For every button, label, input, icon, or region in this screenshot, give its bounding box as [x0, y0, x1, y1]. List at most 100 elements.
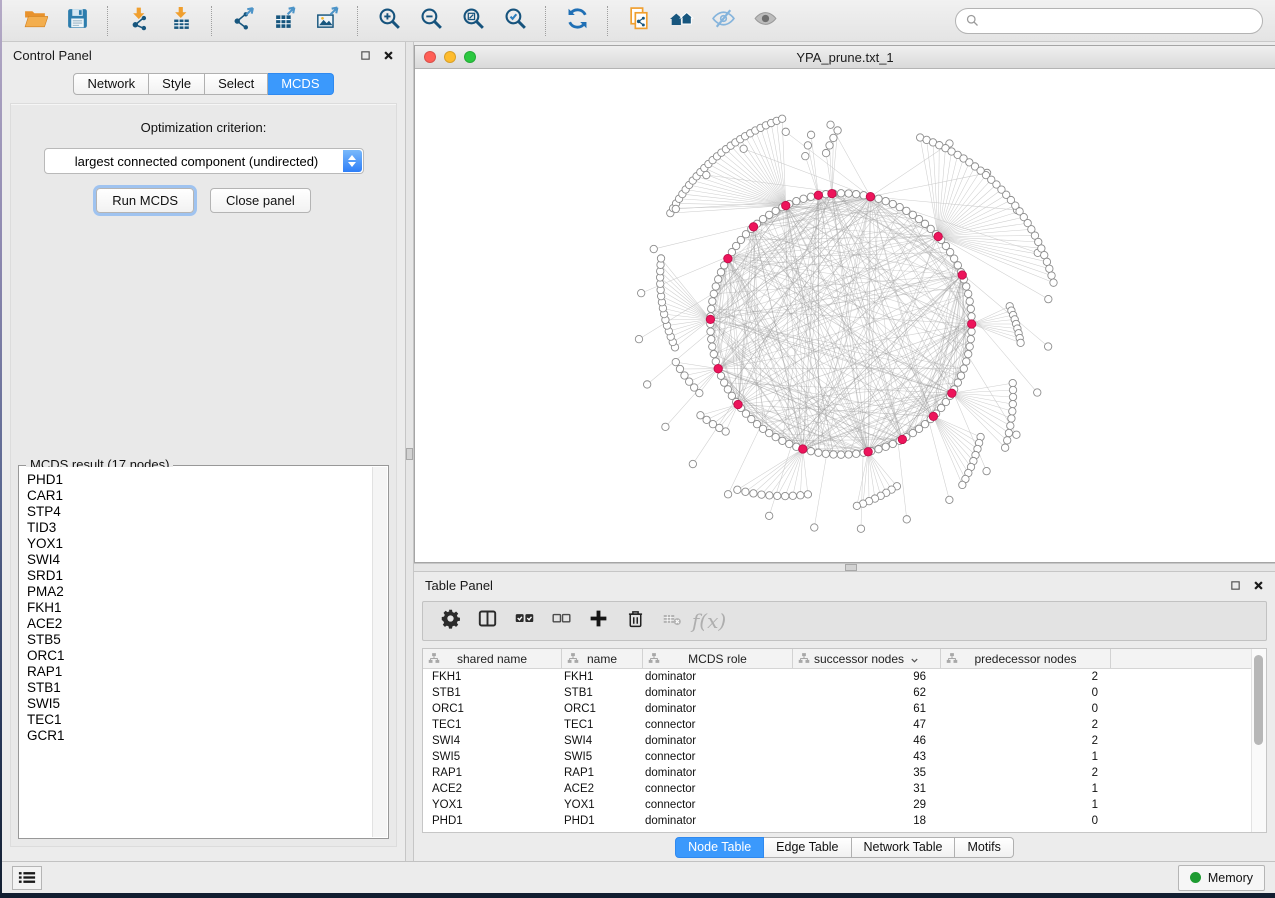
mcds-result-scrollbar[interactable]: [372, 467, 387, 837]
search-box[interactable]: [955, 8, 1263, 34]
function-builder-button[interactable]: f(x): [694, 606, 724, 636]
list-item[interactable]: FKH1: [27, 600, 373, 616]
list-item[interactable]: PMA2: [27, 584, 373, 600]
tab-network[interactable]: Network: [73, 73, 149, 95]
zoom-in-button[interactable]: [372, 6, 406, 36]
select-all-button[interactable]: [509, 606, 539, 636]
table-scrollbar[interactable]: [1251, 649, 1266, 832]
list-item[interactable]: RAP1: [27, 664, 373, 680]
duplicate-network-button[interactable]: [622, 6, 656, 36]
export-table-icon: [273, 6, 298, 36]
tab-node-table[interactable]: Node Table: [675, 837, 764, 858]
zoom-fit-button[interactable]: [456, 6, 490, 36]
table-cell: 1: [941, 751, 1111, 763]
list-item[interactable]: ACE2: [27, 616, 373, 632]
column-header-shared-name[interactable]: shared name: [423, 649, 562, 668]
table-row[interactable]: TEC1TEC1connector472: [423, 717, 1266, 733]
table-cell: dominator: [643, 815, 793, 827]
vertical-splitter[interactable]: [405, 42, 414, 861]
float-panel-icon[interactable]: [360, 50, 371, 61]
list-item[interactable]: GCR1: [27, 728, 373, 744]
list-item[interactable]: STB5: [27, 632, 373, 648]
first-neighbors-button[interactable]: [664, 6, 698, 36]
export-table-button[interactable]: [268, 6, 302, 36]
table-row[interactable]: FKH1FKH1dominator962: [423, 669, 1266, 685]
save-session-button[interactable]: [60, 6, 94, 36]
export-image-button[interactable]: [310, 6, 344, 36]
table-cell: STB1: [423, 687, 562, 699]
task-history-button[interactable]: [12, 866, 42, 890]
zoom-selected-button[interactable]: [498, 6, 532, 36]
column-header-name[interactable]: name: [562, 649, 643, 668]
add-row-button[interactable]: [583, 606, 613, 636]
column-header-mcds-role[interactable]: MCDS role: [643, 649, 793, 668]
minimize-window-button[interactable]: [444, 51, 456, 63]
table-row[interactable]: STB1STB1dominator620: [423, 685, 1266, 701]
columns-button[interactable]: [472, 606, 502, 636]
list-item[interactable]: YOX1: [27, 536, 373, 552]
table-cell: connector: [643, 719, 793, 731]
tab-edge-table[interactable]: Edge Table: [764, 837, 851, 858]
list-item[interactable]: PHD1: [27, 472, 373, 488]
table-cell: TEC1: [562, 719, 643, 731]
show-all-button[interactable]: [748, 6, 782, 36]
tab-style[interactable]: Style: [149, 73, 205, 95]
vertical-splitter-handle[interactable]: [406, 448, 413, 460]
list-item[interactable]: STP4: [27, 504, 373, 520]
horizontal-splitter[interactable]: [414, 563, 1275, 572]
tab-select[interactable]: Select: [205, 73, 268, 95]
export-network-button[interactable]: [226, 6, 260, 36]
column-header-successor-nodes[interactable]: successor nodes: [793, 649, 941, 668]
import-network-button[interactable]: [122, 6, 156, 36]
import-table-button[interactable]: [164, 6, 198, 36]
open-file-button[interactable]: [18, 6, 52, 36]
table-row[interactable]: SWI5SWI5connector431: [423, 749, 1266, 765]
float-table-panel-icon[interactable]: [1230, 580, 1241, 591]
table-cell: 2: [941, 719, 1111, 731]
table-cell: dominator: [643, 703, 793, 715]
table-row[interactable]: PHD1PHD1dominator180: [423, 813, 1266, 829]
network-canvas[interactable]: [415, 69, 1275, 562]
table-row[interactable]: ORC1ORC1dominator610: [423, 701, 1266, 717]
delete-table-button[interactable]: [657, 606, 687, 636]
list-item[interactable]: ORC1: [27, 648, 373, 664]
delete-row-button[interactable]: [620, 606, 650, 636]
list-icon: [18, 870, 36, 885]
network-graph[interactable]: [415, 69, 1275, 562]
table-row[interactable]: SWI4SWI4dominator462: [423, 733, 1266, 749]
close-table-panel-icon[interactable]: [1253, 580, 1264, 591]
node-table: shared namenameMCDS rolesuccessor nodesp…: [422, 648, 1267, 833]
zoom-out-button[interactable]: [414, 6, 448, 36]
toolbar-separator: [607, 6, 609, 36]
list-item[interactable]: TEC1: [27, 712, 373, 728]
tab-mcds[interactable]: MCDS: [268, 73, 333, 95]
close-panel-icon[interactable]: [383, 50, 394, 61]
refresh-layout-button[interactable]: [560, 6, 594, 36]
table-cell: connector: [643, 751, 793, 763]
hide-selected-button[interactable]: [706, 6, 740, 36]
search-input[interactable]: [986, 12, 1253, 29]
close-window-button[interactable]: [424, 51, 436, 63]
memory-button[interactable]: Memory: [1178, 865, 1265, 891]
column-header-predecessor-nodes[interactable]: predecessor nodes: [941, 649, 1111, 668]
deselect-all-button[interactable]: [546, 606, 576, 636]
list-item[interactable]: CAR1: [27, 488, 373, 504]
table-row[interactable]: RAP1RAP1dominator352: [423, 765, 1266, 781]
list-item[interactable]: SRD1: [27, 568, 373, 584]
run-mcds-button[interactable]: Run MCDS: [96, 188, 194, 213]
table-row[interactable]: YOX1YOX1connector291: [423, 797, 1266, 813]
tab-motifs[interactable]: Motifs: [955, 837, 1013, 858]
list-item[interactable]: SWI4: [27, 552, 373, 568]
list-item[interactable]: STB1: [27, 680, 373, 696]
horizontal-splitter-handle[interactable]: [845, 564, 857, 571]
close-panel-button[interactable]: Close panel: [210, 188, 311, 213]
table-scrollbar-thumb[interactable]: [1254, 655, 1263, 745]
criterion-dropdown[interactable]: largest connected component (undirected): [44, 148, 364, 174]
columns-icon: [477, 608, 498, 634]
list-item[interactable]: TID3: [27, 520, 373, 536]
maximize-window-button[interactable]: [464, 51, 476, 63]
list-item[interactable]: SWI5: [27, 696, 373, 712]
table-row[interactable]: ACE2ACE2connector311: [423, 781, 1266, 797]
settings-button[interactable]: [435, 606, 465, 636]
tab-network-table[interactable]: Network Table: [852, 837, 956, 858]
